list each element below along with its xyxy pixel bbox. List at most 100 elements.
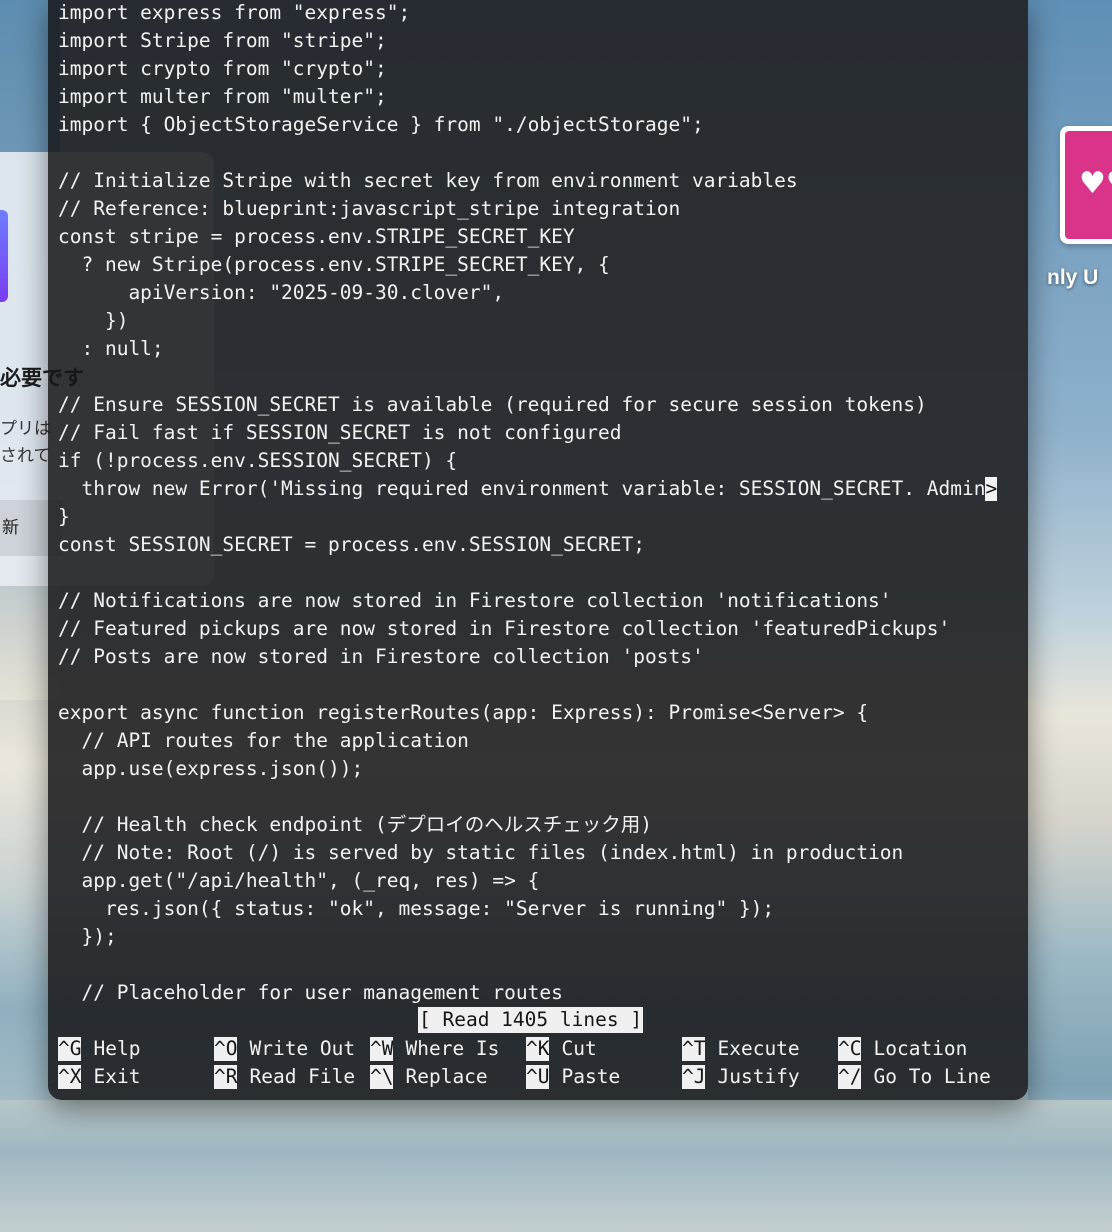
- code-line: const SESSION_SECRET = process.env.SESSI…: [58, 531, 1028, 559]
- shortcut-label: Replace: [405, 1065, 488, 1088]
- code-text: }: [58, 505, 70, 528]
- shortcut-label: Where Is: [405, 1037, 500, 1060]
- code-text: // API routes for the application: [58, 729, 469, 752]
- shortcut-label: Help: [93, 1037, 141, 1060]
- app-icon-tile: ♥♥: [1065, 131, 1112, 239]
- code-line: ? new Stripe(process.env.STRIPE_SECRET_K…: [58, 251, 1028, 279]
- code-line: // Placeholder for user management route…: [58, 979, 1028, 1007]
- shortcut-key: ^O: [214, 1037, 238, 1061]
- shortcut-replace[interactable]: ^\ Replace: [370, 1063, 488, 1091]
- code-line: export async function registerRoutes(app…: [58, 699, 1028, 727]
- shortcut-write-out[interactable]: ^O Write Out: [214, 1035, 355, 1063]
- desktop-wallpaper-bottom: [0, 1100, 1112, 1232]
- code-line: const stripe = process.env.STRIPE_SECRET…: [58, 223, 1028, 251]
- shortcut-key: ^X: [58, 1065, 82, 1089]
- shortcut-label: Location: [873, 1037, 968, 1060]
- code-line: // Note: Root (/) is served by static fi…: [58, 839, 1028, 867]
- code-text: import Stripe from "stripe";: [58, 29, 387, 52]
- code-line: // Health check endpoint (デプロイのヘルスチェック用): [58, 811, 1028, 839]
- shortcut-key: ^K: [526, 1037, 550, 1061]
- code-text: });: [58, 925, 117, 948]
- code-text: // Posts are now stored in Firestore col…: [58, 645, 704, 668]
- desktop-app-label[interactable]: nly U: [1047, 266, 1098, 290]
- code-text: const SESSION_SECRET = process.env.SESSI…: [58, 533, 645, 556]
- code-line: // Ensure SESSION_SECRET is available (r…: [58, 391, 1028, 419]
- shortcut-help[interactable]: ^G Help: [58, 1035, 140, 1063]
- code-line: }): [58, 307, 1028, 335]
- desktop-app-icon[interactable]: ♥♥: [1060, 126, 1112, 244]
- shortcut-execute[interactable]: ^T Execute: [682, 1035, 800, 1063]
- shortcut-label: Execute: [717, 1037, 800, 1060]
- code-text: ? new Stripe(process.env.STRIPE_SECRET_K…: [58, 253, 610, 276]
- code-text: : null;: [58, 337, 164, 360]
- code-text: import crypto from "crypto";: [58, 57, 387, 80]
- code-line: // Fail fast if SESSION_SECRET is not co…: [58, 419, 1028, 447]
- shortcut-key: ^J: [682, 1065, 706, 1089]
- code-line: import crypto from "crypto";: [58, 55, 1028, 83]
- code-text: apiVersion: "2025-09-30.clover",: [58, 281, 505, 304]
- code-line: }: [58, 503, 1028, 531]
- code-line: // Posts are now stored in Firestore col…: [58, 643, 1028, 671]
- shortcut-justify[interactable]: ^J Justify: [682, 1063, 800, 1091]
- shortcut-key: ^U: [526, 1065, 550, 1089]
- code-line: app.use(express.json());: [58, 755, 1028, 783]
- shortcut-label: Exit: [93, 1065, 141, 1088]
- line-overflow-marker: >: [985, 477, 998, 501]
- shortcut-where-is[interactable]: ^W Where Is: [370, 1035, 499, 1063]
- terminal-window[interactable]: import express from "express"; import Str…: [48, 0, 1028, 1100]
- shortcut-exit[interactable]: ^X Exit: [58, 1063, 140, 1091]
- shortcut-key: ^R: [214, 1065, 238, 1089]
- code-line: res.json({ status: "ok", message: "Serve…: [58, 895, 1028, 923]
- code-line: // Initialize Stripe with secret key fro…: [58, 167, 1028, 195]
- code-line: import multer from "multer";: [58, 83, 1028, 111]
- heart-cluster-icon: ♥♥: [1079, 166, 1112, 201]
- code-line: });: [58, 923, 1028, 951]
- code-text: // Placeholder for user management route…: [58, 981, 563, 1004]
- code-text: // Note: Root (/) is served by static fi…: [58, 841, 904, 864]
- status-message: [ Read 1405 lines ]: [418, 1007, 644, 1033]
- shortcut-key: ^T: [682, 1037, 706, 1061]
- code-text: export async function registerRoutes(app…: [58, 701, 869, 724]
- shortcut-go-to-line[interactable]: ^/ Go To Line: [838, 1063, 991, 1091]
- code-text: // Health check endpoint (デプロイのヘルスチェック用): [58, 813, 652, 836]
- code-text: app.get("/api/health", (_req, res) => {: [58, 869, 540, 892]
- code-line: // Notifications are now stored in Fires…: [58, 587, 1028, 615]
- code-line: throw new Error('Missing required enviro…: [58, 475, 1028, 503]
- code-line: import { ObjectStorageService } from "./…: [58, 111, 1028, 139]
- shortcut-label: Paste: [561, 1065, 621, 1088]
- shortcut-label: Cut: [561, 1037, 597, 1060]
- shortcut-key: ^W: [370, 1037, 394, 1061]
- code-text: // Ensure SESSION_SECRET is available (r…: [58, 393, 927, 416]
- code-line: // Reference: blueprint:javascript_strip…: [58, 195, 1028, 223]
- shortcut-location[interactable]: ^C Location: [838, 1035, 967, 1063]
- code-text: // Initialize Stripe with secret key fro…: [58, 169, 798, 192]
- shortcut-read-file[interactable]: ^R Read File: [214, 1063, 355, 1091]
- background-dialog-text: されて: [0, 446, 51, 466]
- code-line: : null;: [58, 335, 1028, 363]
- code-text: if (!process.env.SESSION_SECRET) {: [58, 449, 458, 472]
- code-text: // Reference: blueprint:javascript_strip…: [58, 197, 681, 220]
- code-text: throw new Error('Missing required enviro…: [58, 477, 986, 500]
- code-text: app.use(express.json());: [58, 757, 364, 780]
- shortcut-label: Go To Line: [873, 1065, 991, 1088]
- code-line: apiVersion: "2025-09-30.clover",: [58, 279, 1028, 307]
- background-dialog-app-icon: [0, 210, 8, 302]
- code-line: app.get("/api/health", (_req, res) => {: [58, 867, 1028, 895]
- shortcut-paste[interactable]: ^U Paste: [526, 1063, 620, 1091]
- shortcut-key: ^\: [370, 1065, 394, 1089]
- code-text: const stripe = process.env.STRIPE_SECRET…: [58, 225, 575, 248]
- code-line: // API routes for the application: [58, 727, 1028, 755]
- nano-editor-buffer[interactable]: import express from "express"; import Str…: [58, 0, 1028, 1007]
- shortcut-key: ^C: [838, 1037, 862, 1061]
- code-line: import express from "express";: [58, 0, 1028, 27]
- code-line: // Featured pickups are now stored in Fi…: [58, 615, 1028, 643]
- code-text: import { ObjectStorageService } from "./…: [58, 113, 704, 136]
- shortcut-label: Write Out: [249, 1037, 356, 1060]
- shortcut-cut[interactable]: ^K Cut: [526, 1035, 597, 1063]
- code-text: }): [58, 309, 129, 332]
